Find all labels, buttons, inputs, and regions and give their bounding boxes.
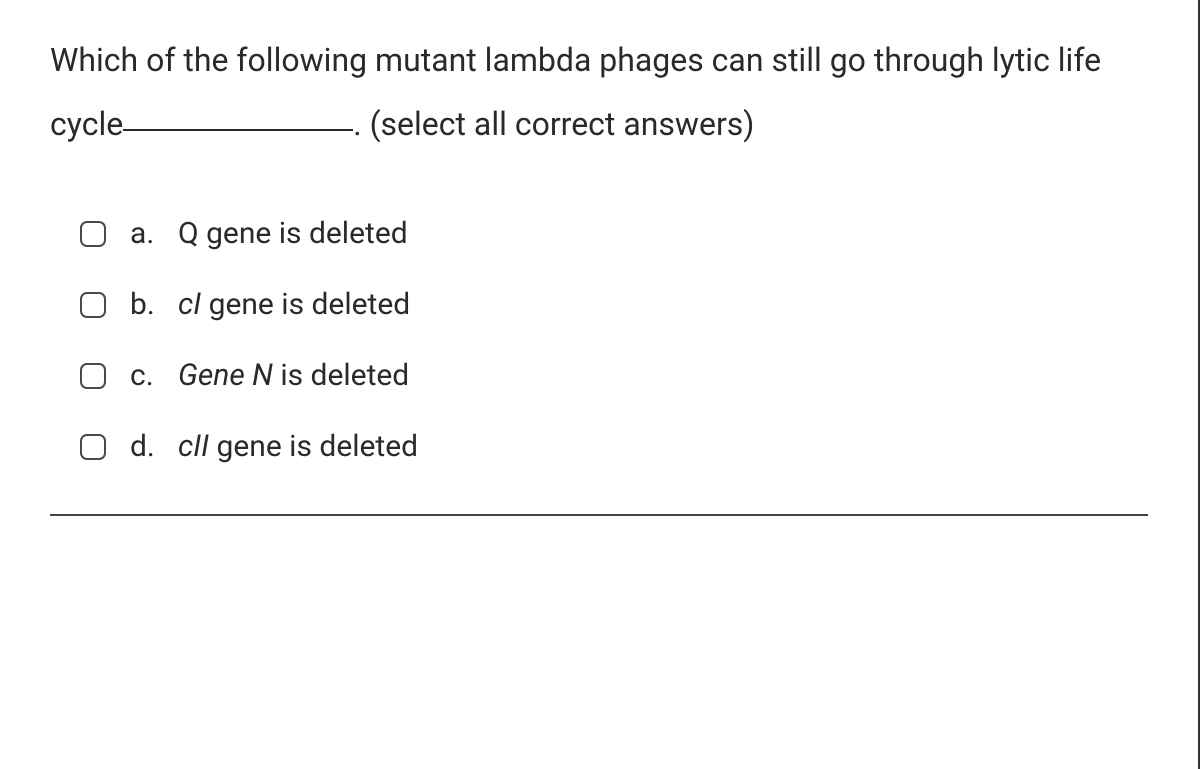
checkbox-b[interactable] [80, 292, 106, 318]
option-text-b: cI gene is deleted [178, 287, 410, 322]
option-text-c: Gene N is deleted [178, 358, 409, 393]
checkbox-d[interactable] [80, 434, 106, 460]
fill-blank [123, 129, 353, 131]
option-letter-b: b. [130, 287, 178, 322]
question-stem: Which of the following mutant lambda pha… [50, 28, 1148, 156]
option-d: d. cII gene is deleted [80, 429, 1148, 464]
option-letter-c: c. [130, 358, 178, 393]
options-list: a. Q gene is deleted b. cI gene is delet… [50, 216, 1148, 464]
option-b: b. cI gene is deleted [80, 287, 1148, 322]
question-text-part2: . (select all correct answers) [353, 105, 754, 143]
option-c: c. Gene N is deleted [80, 358, 1148, 393]
checkbox-c[interactable] [80, 363, 106, 389]
option-text-d: cII gene is deleted [178, 429, 418, 464]
option-text-a: Q gene is deleted [178, 216, 408, 251]
section-divider [50, 514, 1148, 516]
option-letter-a: a. [130, 216, 178, 251]
option-a: a. Q gene is deleted [80, 216, 1148, 251]
checkbox-a[interactable] [80, 221, 106, 247]
question-container: Which of the following mutant lambda pha… [0, 0, 1200, 769]
option-letter-d: d. [130, 429, 178, 464]
